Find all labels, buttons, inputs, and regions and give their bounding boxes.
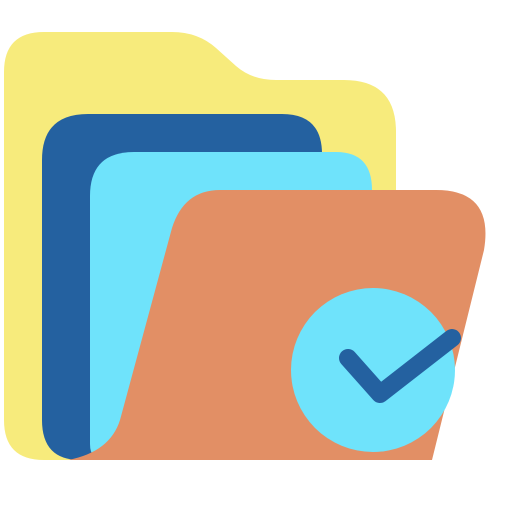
folder-check-icon: [4, 32, 486, 460]
folder-check-icon-canvas: [0, 0, 512, 512]
check-badge-circle: [291, 288, 455, 452]
